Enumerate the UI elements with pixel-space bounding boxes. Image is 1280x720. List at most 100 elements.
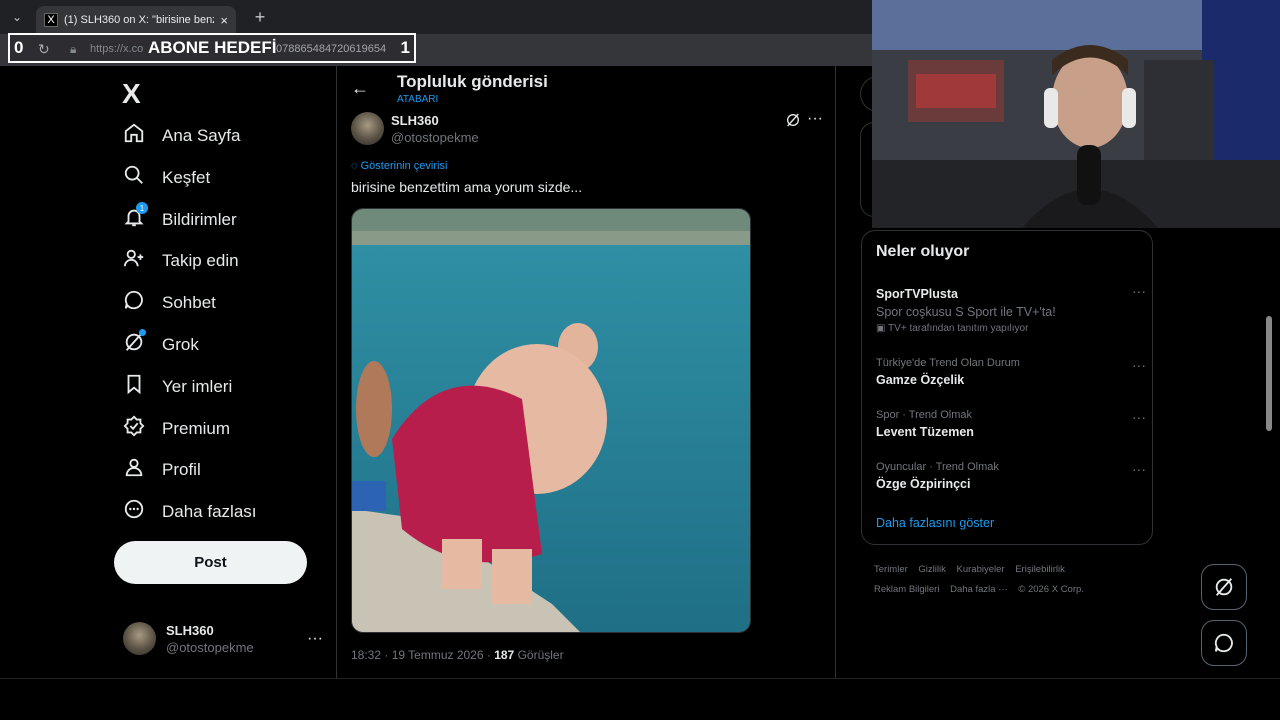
nav-grok[interactable]: Grok: [118, 327, 199, 363]
nav-home[interactable]: Ana Sayfa: [118, 118, 240, 154]
goal-label: ABONE HEDEFİ: [148, 38, 277, 57]
nav-label: Daha fazlası: [162, 502, 257, 521]
scrollbar-thumb[interactable]: [1266, 316, 1272, 431]
trend-title: SporTVPlusta: [876, 287, 958, 301]
grok-icon: [1215, 578, 1233, 596]
search-icon: [118, 164, 150, 192]
nav-label: Grok: [162, 335, 199, 354]
nav-premium[interactable]: Premium: [118, 411, 230, 447]
trend-title: Özge Özpirinçci: [876, 477, 971, 491]
browser-tab[interactable]: X (1) SLH360 on X: "birisine benzetti ×: [36, 6, 236, 34]
nav-notifications[interactable]: 1 Bildirimler: [118, 202, 237, 238]
new-tab-button[interactable]: +: [246, 3, 274, 31]
nav-more[interactable]: Daha fazlası: [118, 494, 257, 530]
more-horizontal-icon[interactable]: ···: [807, 110, 823, 128]
trend-context: Oyuncular · Trend Olmak: [876, 461, 999, 473]
trend-item[interactable]: Oyuncular · Trend Olmak Özge Özpirinçci …: [876, 461, 1146, 491]
promoted-label: ▣ TV+ tarafından tanıtım yapılıyor: [876, 323, 1146, 334]
trend-item[interactable]: Spor · Trend Olmak Levent Tüzemen ···: [876, 409, 1146, 439]
messages-fab-button[interactable]: [1201, 620, 1247, 666]
person-add-icon: [118, 247, 150, 275]
chat-icon: [118, 289, 150, 317]
nav-label: Profil: [162, 460, 201, 479]
bell-icon: 1: [118, 202, 150, 234]
back-arrow-icon[interactable]: ←: [351, 78, 369, 99]
nav-label: Takip edin: [162, 251, 239, 270]
grok-fab-button[interactable]: [1201, 564, 1247, 610]
grok-icon: [118, 329, 150, 359]
more-horizontal-icon[interactable]: ···: [1132, 409, 1146, 425]
footer-link[interactable]: Daha fazla ···: [950, 584, 1008, 595]
footer-link[interactable]: Kurabiyeler: [957, 564, 1005, 575]
profile-icon: [118, 456, 150, 484]
tab-title: (1) SLH360 on X: "birisine benzetti: [64, 14, 214, 26]
post-button[interactable]: Post: [114, 541, 307, 584]
trends-panel: Neler oluyor SporTVPlusta Spor coşkusu S…: [861, 230, 1153, 545]
trend-desc: Spor coşkusu S Sport ile TV+'ta!: [876, 305, 1056, 319]
nav-explore[interactable]: Keşfet: [118, 160, 210, 196]
nav-label: Keşfet: [162, 168, 211, 187]
post-video[interactable]: [351, 208, 751, 633]
nav-chat[interactable]: Sohbet: [118, 285, 216, 321]
account-name: SLH360: [166, 622, 214, 638]
trend-item[interactable]: Türkiye'de Trend Olan Durum Gamze Özçeli…: [876, 357, 1146, 387]
x-logo-icon[interactable]: X: [122, 78, 141, 110]
goal-current: 0: [14, 38, 24, 57]
avatar: [123, 622, 156, 655]
home-icon: [118, 122, 150, 150]
nav-follow[interactable]: Takip edin: [118, 243, 239, 279]
more-horizontal-icon[interactable]: ···: [1132, 357, 1146, 373]
account-switcher[interactable]: SLH360 @otostopekme ···: [123, 622, 323, 655]
translation-label[interactable]: ◌ Gösterinin çevirisi: [351, 160, 447, 172]
notification-badge: 1: [136, 202, 148, 214]
more-circle-icon: [118, 498, 150, 526]
promoted-text: TV+ tarafından tanıtım yapılıyor: [888, 323, 1029, 334]
trend-item[interactable]: SporTVPlusta Spor coşkusu S Sport ile TV…: [876, 283, 1146, 334]
footer-link[interactable]: Gizlilik: [918, 564, 945, 575]
footer-link[interactable]: Erişilebilirlik: [1015, 564, 1065, 575]
tab-search-button[interactable]: ⌄: [4, 4, 30, 30]
author-avatar[interactable]: [351, 112, 384, 145]
translate-icon: ◌: [351, 160, 358, 172]
post-timestamp[interactable]: 18:32 · 19 Temmuz 2026 ·: [351, 648, 494, 662]
ad-icon: ▣: [876, 323, 889, 334]
community-link[interactable]: ATABARI: [397, 94, 438, 105]
trend-title: Levent Tüzemen: [876, 425, 974, 439]
account-handle: @otostopekme: [166, 639, 254, 655]
nav-bookmarks[interactable]: Yer imleri: [118, 369, 232, 405]
trend-context: Türkiye'de Trend Olan Durum: [876, 357, 1020, 369]
nav-label: Yer imleri: [162, 377, 233, 396]
views-count: 187: [494, 648, 515, 662]
nav-label: Premium: [162, 419, 231, 438]
x-favicon-icon: X: [44, 13, 58, 27]
show-more-link[interactable]: Daha fazlasını göster: [876, 516, 994, 530]
copyright: © 2026 X Corp.: [1018, 584, 1084, 595]
goal-target: 1: [400, 38, 410, 57]
post-text: birisine benzettim ama yorum sizde...: [351, 179, 583, 195]
footer-link[interactable]: Terimler: [874, 564, 908, 575]
grok-explain-icon[interactable]: [785, 112, 801, 132]
bookmark-icon: [118, 373, 150, 401]
more-horizontal-icon[interactable]: ···: [1132, 283, 1146, 299]
author-name[interactable]: SLH360: [391, 113, 439, 128]
page-title: Topluluk gönderisi: [397, 72, 548, 91]
verified-icon: [118, 415, 150, 443]
post-column: ← Topluluk gönderisi ATABARI SLH360 @oto…: [336, 66, 836, 678]
footer-link[interactable]: Reklam Bilgileri: [874, 584, 939, 595]
more-horizontal-icon[interactable]: ···: [307, 630, 323, 648]
nav-label: Ana Sayfa: [162, 126, 241, 145]
trend-title: Gamze Özçelik: [876, 373, 965, 387]
more-horizontal-icon[interactable]: ···: [1132, 461, 1146, 477]
taskbar-strip: [0, 678, 1280, 720]
nav-label: Sohbet: [162, 293, 216, 312]
webcam-feed: [872, 0, 1280, 228]
grok-new-dot: [139, 329, 146, 336]
browser-tabbar: ⌄ X (1) SLH360 on X: "birisine benzetti …: [0, 0, 872, 34]
trends-title: Neler oluyor: [876, 243, 970, 260]
post-meta: 18:32 · 19 Temmuz 2026 · 187 Görüşler: [351, 648, 564, 662]
nav-profile[interactable]: Profil: [118, 452, 201, 488]
tab-close-button[interactable]: ×: [220, 13, 228, 28]
author-handle[interactable]: @otostopekme: [391, 130, 479, 145]
chat-icon: [1214, 633, 1233, 653]
trend-context: Spor · Trend Olmak: [876, 409, 972, 421]
